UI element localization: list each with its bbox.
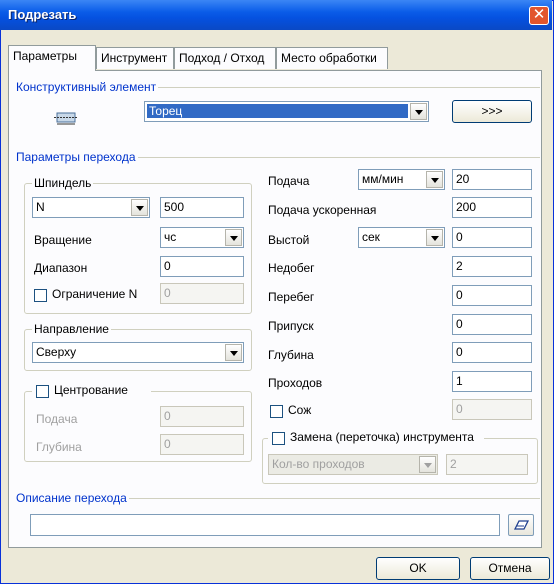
centering-depth-label: Глубина bbox=[36, 440, 82, 454]
tab-machining-place[interactable]: Место обработки bbox=[276, 47, 388, 69]
tool-change-checkbox[interactable] bbox=[272, 432, 285, 445]
direction-group-title: Направление bbox=[32, 322, 111, 336]
chevron-down-icon[interactable] bbox=[225, 229, 242, 246]
rapid-feed-label: Подача ускоренная bbox=[268, 203, 377, 217]
chevron-down-icon[interactable] bbox=[419, 456, 436, 473]
tab-tool[interactable]: Инструмент bbox=[96, 47, 174, 69]
limit-input[interactable]: 0 bbox=[160, 283, 244, 304]
more-button[interactable]: >>> bbox=[452, 100, 532, 123]
direction-combo[interactable]: Сверху bbox=[32, 342, 244, 363]
centering-label: Центрование bbox=[54, 383, 128, 397]
element-combo[interactable]: Торец bbox=[144, 101, 429, 122]
tab-parameters[interactable]: Параметры bbox=[8, 45, 96, 71]
chevron-down-icon[interactable] bbox=[410, 103, 427, 120]
rotation-combo[interactable]: чс bbox=[160, 227, 244, 248]
coolant-checkbox[interactable] bbox=[270, 405, 283, 418]
close-button[interactable]: ✕ bbox=[529, 6, 549, 25]
edit-icon bbox=[513, 520, 530, 530]
spindle-mode-combo[interactable]: N bbox=[32, 197, 150, 218]
limit-checkbox[interactable] bbox=[34, 289, 47, 302]
overrun-input[interactable]: 0 bbox=[452, 285, 532, 306]
allowance-label: Припуск bbox=[268, 319, 314, 333]
rapid-feed-input[interactable]: 200 bbox=[452, 197, 532, 218]
dwell-unit-combo[interactable]: сек bbox=[358, 227, 445, 248]
coolant-input[interactable]: 0 bbox=[452, 399, 532, 420]
chevron-down-icon[interactable] bbox=[426, 171, 443, 188]
chevron-down-icon[interactable] bbox=[426, 229, 443, 246]
tab-approach-retract[interactable]: Подход / Отход bbox=[174, 47, 276, 69]
centering-feed-label: Подача bbox=[36, 412, 78, 426]
allowance-input[interactable]: 0 bbox=[452, 314, 532, 335]
ok-button[interactable]: OK bbox=[376, 557, 460, 580]
chevron-down-icon[interactable] bbox=[225, 344, 242, 361]
depth-label: Глубина bbox=[268, 348, 314, 362]
feed-unit-combo[interactable]: мм/мин bbox=[358, 169, 445, 190]
chevron-down-icon[interactable] bbox=[131, 199, 148, 216]
passes-input[interactable]: 1 bbox=[452, 371, 532, 392]
limit-label: Ограничение N bbox=[52, 287, 138, 301]
tool-change-label: Замена (переточка) инструмента bbox=[290, 430, 474, 444]
cancel-button[interactable]: Отмена bbox=[470, 557, 550, 580]
dwell-input[interactable]: 0 bbox=[452, 227, 532, 248]
range-input[interactable]: 0 bbox=[160, 256, 244, 277]
element-section-title: Конструктивный элемент bbox=[16, 80, 159, 94]
title-bar[interactable] bbox=[0, 0, 552, 30]
dwell-label: Выстой bbox=[268, 233, 310, 247]
window-title: Подрезать bbox=[8, 7, 77, 22]
feed-label: Подача bbox=[268, 174, 310, 188]
spindle-speed-input[interactable]: 500 bbox=[160, 197, 244, 218]
tool-change-mode-combo[interactable]: Кол-во проходов bbox=[268, 454, 438, 475]
centering-feed-input[interactable]: 0 bbox=[160, 406, 244, 427]
description-input[interactable] bbox=[30, 514, 500, 536]
description-edit-button[interactable] bbox=[508, 514, 534, 536]
close-icon: ✕ bbox=[532, 6, 546, 23]
depth-input[interactable]: 0 bbox=[452, 342, 532, 363]
transition-section-title: Параметры перехода bbox=[16, 150, 138, 164]
tool-change-count-input[interactable]: 2 bbox=[446, 454, 528, 475]
spindle-group-title: Шпиндель bbox=[32, 176, 94, 190]
coolant-label: Сож bbox=[288, 403, 312, 417]
underrun-input[interactable]: 2 bbox=[452, 256, 532, 277]
range-label: Диапазон bbox=[34, 261, 88, 275]
centering-depth-input[interactable]: 0 bbox=[160, 434, 244, 455]
centering-checkbox[interactable] bbox=[36, 385, 49, 398]
passes-label: Проходов bbox=[268, 376, 323, 390]
rotation-label: Вращение bbox=[34, 233, 92, 247]
overrun-label: Перебег bbox=[268, 290, 315, 304]
feed-input[interactable]: 20 bbox=[452, 169, 532, 190]
underrun-label: Недобег bbox=[268, 261, 315, 275]
description-section-title: Описание перехода bbox=[16, 491, 129, 505]
face-icon bbox=[54, 111, 78, 125]
